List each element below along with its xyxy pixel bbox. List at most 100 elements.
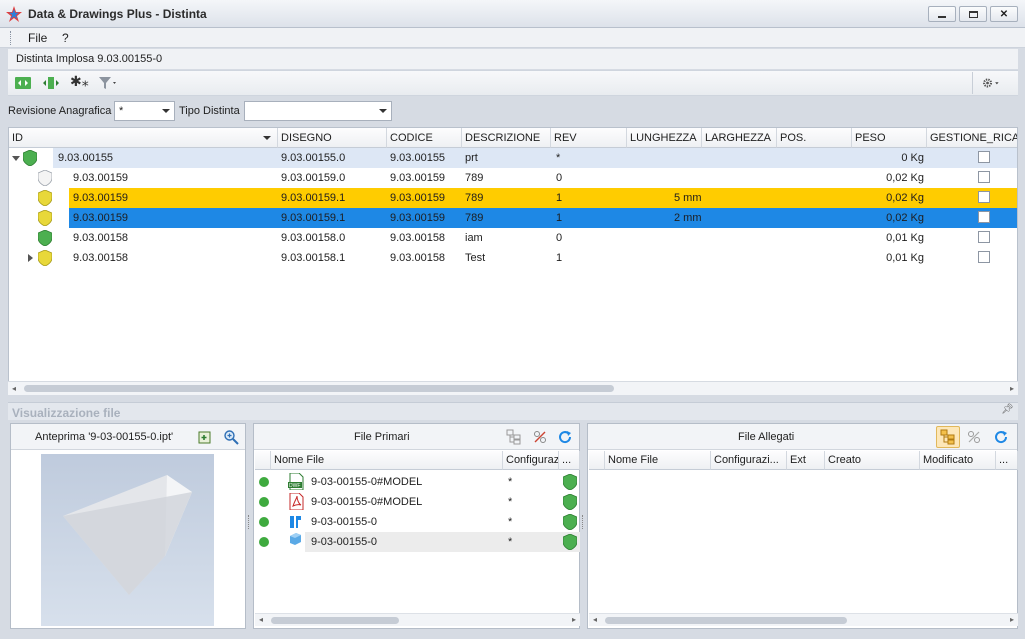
- column-header-codice[interactable]: CODICE: [387, 128, 462, 148]
- table-row[interactable]: 9.03.00159 9.03.00159.1 9.03.00159 789 1…: [9, 188, 1017, 208]
- expand-icon[interactable]: [14, 75, 32, 91]
- collapse-icon[interactable]: [42, 75, 60, 91]
- shield-green-icon: [563, 494, 577, 510]
- menu-help[interactable]: ?: [62, 31, 69, 45]
- attachments-title: File Allegati: [738, 431, 795, 443]
- scroll-right-icon[interactable]: ▸: [1010, 384, 1014, 393]
- table-row[interactable]: 9.03.00158 9.03.00158.0 9.03.00158 iam 0…: [9, 228, 1017, 248]
- column-header-peso[interactable]: PESO: [852, 128, 927, 148]
- table-row[interactable]: 9.03.00159 9.03.00159.1 9.03.00159 789 1…: [9, 208, 1017, 228]
- table-row[interactable]: 9.03.00155 9.03.00155.0 9.03.00155 prt *…: [9, 148, 1017, 168]
- cell-rev: *: [556, 152, 561, 164]
- cell-codice: 9.03.00159: [390, 212, 446, 224]
- file-row[interactable]: DWF 9-03-00155-0#MODEL *: [255, 472, 580, 492]
- file-row[interactable]: 9-03-00155-0 *: [255, 512, 580, 532]
- column-header-more[interactable]: ...: [996, 451, 1018, 470]
- tipo-select[interactable]: [244, 101, 392, 121]
- primary-files-scrollbar[interactable]: ◂ ▸: [255, 613, 580, 626]
- cell-codice: 9.03.00158: [390, 252, 446, 264]
- attachments-scrollbar[interactable]: ◂ ▸: [589, 613, 1018, 626]
- maximize-button[interactable]: [959, 6, 987, 22]
- column-header-modificato[interactable]: Modificato: [920, 451, 996, 470]
- scrollbar-thumb[interactable]: [271, 617, 399, 624]
- gestione-checkbox[interactable]: [978, 211, 990, 223]
- scrollbar-thumb[interactable]: [605, 617, 847, 624]
- table-row[interactable]: 9.03.00158 9.03.00158.1 9.03.00158 Test …: [9, 248, 1017, 268]
- scroll-left-icon[interactable]: ◂: [12, 384, 16, 393]
- gestione-checkbox[interactable]: [978, 191, 990, 203]
- shield-green-icon: [563, 474, 577, 490]
- splitter-handle[interactable]: [248, 515, 251, 529]
- cell-descrizione: prt: [465, 152, 478, 164]
- bom-grid: ID DISEGNO CODICE DESCRIZIONE REV LUNGHE…: [8, 127, 1018, 395]
- file-row[interactable]: 9-03-00155-0#MODEL *: [255, 492, 580, 512]
- file-row[interactable]: 9-03-00155-0 *: [255, 532, 580, 552]
- column-header-nome-file[interactable]: Nome File: [605, 451, 711, 470]
- shield-yellow-icon: [38, 250, 52, 266]
- column-header-more[interactable]: ...: [559, 451, 580, 470]
- menu-file[interactable]: File: [28, 31, 47, 45]
- unlink-icon[interactable]: [532, 429, 548, 445]
- column-header-nome-file[interactable]: Nome File: [271, 451, 503, 470]
- table-row[interactable]: 9.03.00159 9.03.00159.0 9.03.00159 789 0…: [9, 168, 1017, 188]
- cell-id: 9.03.00159: [73, 192, 129, 204]
- cell-codice: 9.03.00159: [390, 172, 446, 184]
- tree-view-icon[interactable]: [506, 429, 522, 445]
- status-dot-icon: [259, 477, 269, 487]
- scroll-left-icon[interactable]: ◂: [259, 615, 263, 624]
- asterisk-icon[interactable]: ✱⁎: [70, 73, 89, 90]
- gestione-checkbox[interactable]: [978, 171, 990, 183]
- cell-rev: 0: [556, 232, 563, 244]
- column-header-creato[interactable]: Creato: [825, 451, 920, 470]
- add-preview-icon[interactable]: [197, 429, 213, 445]
- column-header-ext[interactable]: Ext: [787, 451, 825, 470]
- tree-collapsed-icon[interactable]: [28, 254, 33, 262]
- visualization-header: [8, 402, 1018, 420]
- column-header-descrizione[interactable]: DESCRIZIONE: [462, 128, 551, 148]
- filter-icon[interactable]: [98, 75, 116, 91]
- visualization-title: Visualizzazione file: [12, 406, 121, 420]
- revisione-select[interactable]: *: [114, 101, 175, 121]
- scroll-left-icon[interactable]: ◂: [593, 615, 597, 624]
- file-name: 9-03-00155-0#MODEL: [311, 496, 423, 508]
- scrollbar-thumb[interactable]: [24, 385, 614, 392]
- cell-descrizione: 789: [465, 212, 484, 224]
- refresh-icon[interactable]: [993, 429, 1009, 445]
- attachments-header: File Allegati: [588, 424, 1017, 450]
- settings-icon[interactable]: [982, 75, 1000, 91]
- shield-white-icon: [38, 170, 52, 186]
- column-header-rev[interactable]: REV: [551, 128, 627, 148]
- close-button[interactable]: ✕: [990, 6, 1018, 22]
- tree-expanded-icon[interactable]: [12, 156, 20, 161]
- file-name: 9-03-00155-0: [311, 516, 378, 528]
- revisione-value: *: [119, 105, 124, 117]
- tree-view-toggle[interactable]: [936, 426, 960, 448]
- unlink-icon[interactable]: [966, 429, 982, 445]
- column-header-disegno[interactable]: DISEGNO: [278, 128, 387, 148]
- gestione-checkbox[interactable]: [978, 251, 990, 263]
- gestione-checkbox[interactable]: [978, 231, 990, 243]
- gestione-checkbox[interactable]: [978, 151, 990, 163]
- document-title: Distinta Implosa 9.03.00155-0: [16, 53, 163, 65]
- status-dot-icon: [259, 537, 269, 547]
- minimize-button[interactable]: [928, 6, 956, 22]
- refresh-icon[interactable]: [557, 429, 573, 445]
- column-header-configurazione[interactable]: Configurazi...: [711, 451, 787, 470]
- column-header-pos[interactable]: POS.: [777, 128, 852, 148]
- pin-icon[interactable]: 📌︎: [1001, 404, 1014, 415]
- splitter-handle[interactable]: [582, 515, 585, 529]
- zoom-icon[interactable]: [223, 429, 239, 445]
- cell-disegno: 9.03.00155.0: [281, 152, 346, 164]
- grid-horizontal-scrollbar[interactable]: ◂ ▸: [8, 381, 1018, 395]
- column-header-configurazione[interactable]: Configurazi...: [503, 451, 559, 470]
- cell-descrizione: 789: [465, 172, 484, 184]
- scroll-right-icon[interactable]: ▸: [572, 615, 576, 624]
- column-header-larghezza[interactable]: LARGHEZZA: [702, 128, 777, 148]
- column-header-gestione[interactable]: GESTIONE_RICAM: [927, 128, 1017, 148]
- primary-files-header: File Primari: [254, 424, 579, 450]
- column-header-id[interactable]: ID: [9, 128, 278, 148]
- shield-green-icon: [563, 514, 577, 530]
- cell-descrizione: iam: [465, 232, 483, 244]
- scroll-right-icon[interactable]: ▸: [1010, 615, 1014, 624]
- column-header-lunghezza[interactable]: LUNGHEZZA: [627, 128, 702, 148]
